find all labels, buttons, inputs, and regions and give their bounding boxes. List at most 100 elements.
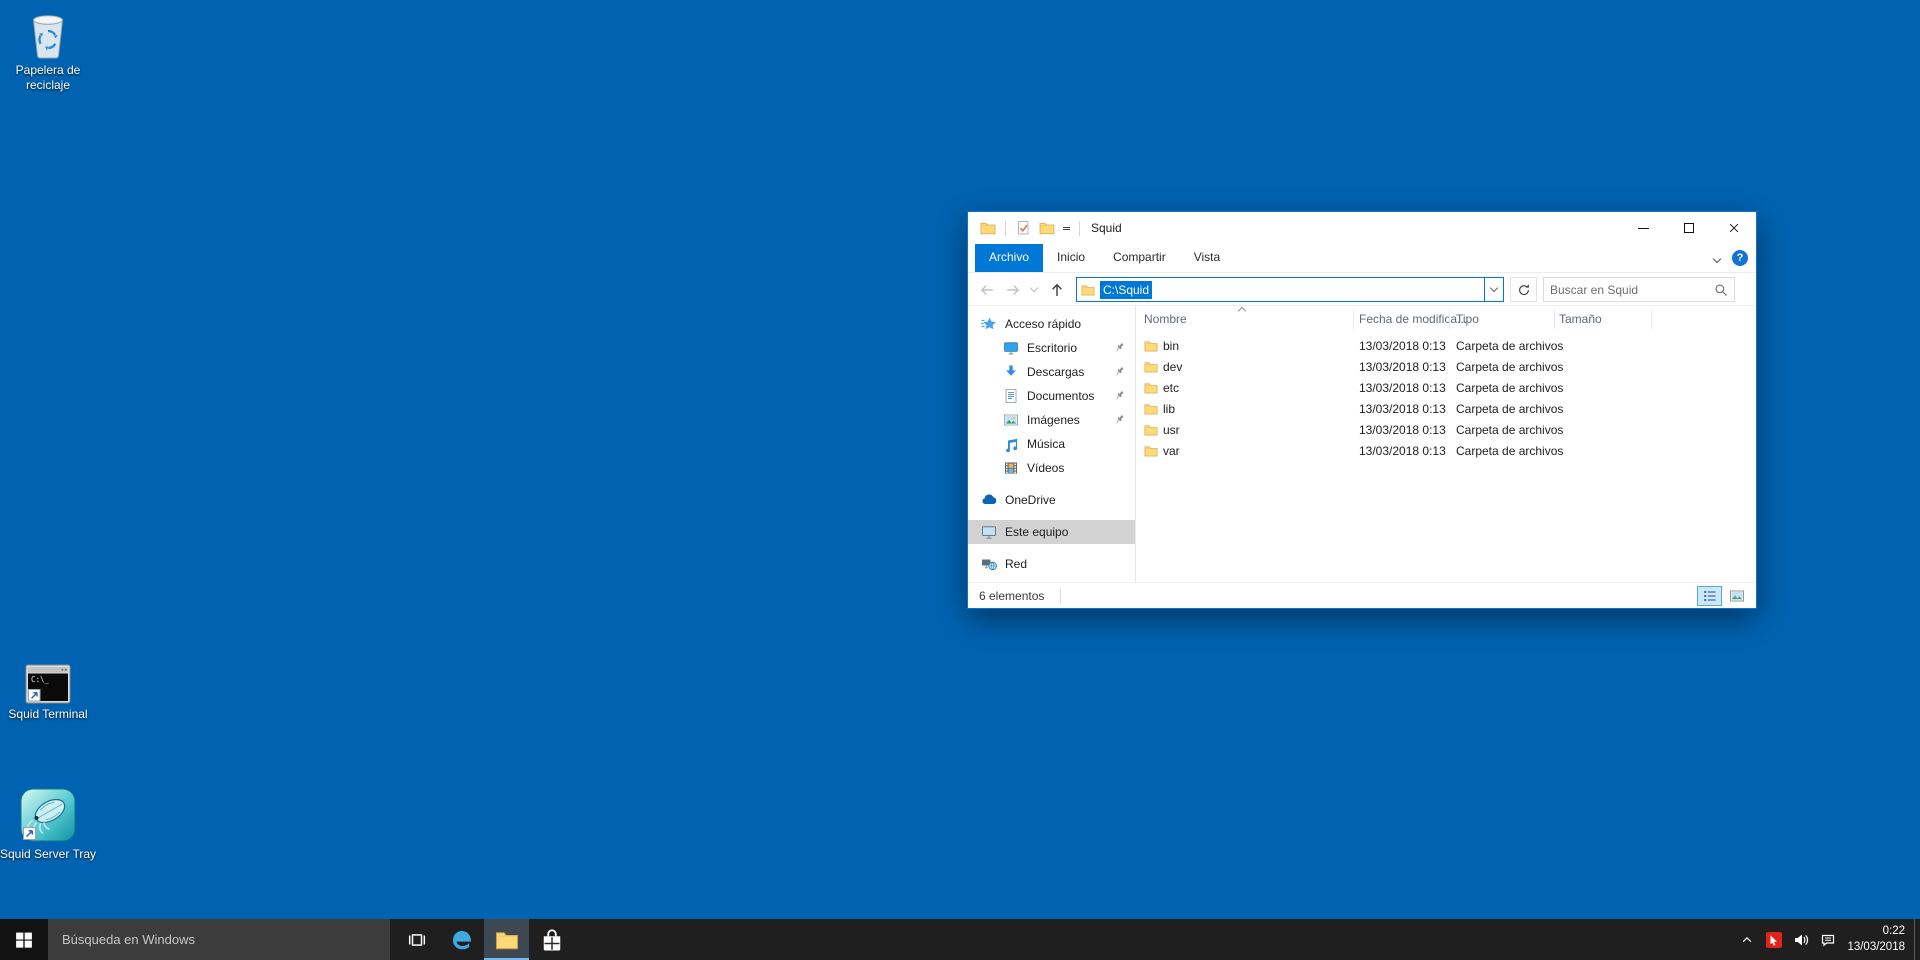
sidebar-item-label: Música <box>1027 437 1065 451</box>
file-row-dev[interactable]: dev 13/03/2018 0:13 Carpeta de archivos <box>1136 357 1756 378</box>
sidebar-item-onedrive[interactable]: OneDrive <box>968 488 1135 512</box>
file-modified: 13/03/2018 0:13 <box>1359 399 1446 420</box>
file-row-var[interactable]: var 13/03/2018 0:13 Carpeta de archivos <box>1136 441 1756 462</box>
document-icon <box>1003 388 1019 404</box>
desktop-icon-squid-terminal[interactable]: C:\_ Squid Terminal <box>0 664 96 722</box>
column-header-tipo[interactable]: Tipo <box>1456 312 1479 326</box>
address-bar[interactable]: C:\Squid <box>1076 277 1504 302</box>
store-bag-icon <box>540 928 564 952</box>
sidebar-item-label: Acceso rápido <box>1005 317 1081 331</box>
explorer-search-box[interactable] <box>1543 277 1735 302</box>
tab-vista[interactable]: Vista <box>1180 244 1234 272</box>
column-header-fecha[interactable]: Fecha de modifica... <box>1359 312 1467 326</box>
file-modified: 13/03/2018 0:13 <box>1359 441 1446 462</box>
network-icon <box>981 556 997 572</box>
expand-ribbon-chevron-icon[interactable] <box>1714 251 1720 265</box>
store-button[interactable] <box>529 919 574 960</box>
column-separator[interactable] <box>1449 310 1450 329</box>
file-row-bin[interactable]: bin 13/03/2018 0:13 Carpeta de archivos <box>1136 336 1756 357</box>
folder-icon <box>1144 339 1158 353</box>
desktop[interactable]: Papelera de reciclaje C:\_ Squid Termina… <box>0 0 1920 960</box>
desktop-icon-squid-server-tray[interactable]: Squid Server Tray <box>0 788 103 862</box>
downloads-arrow-icon <box>1003 364 1019 380</box>
file-explorer-button[interactable] <box>484 919 529 960</box>
column-header-nombre[interactable]: Nombre <box>1144 312 1187 326</box>
taskbar-search-input[interactable] <box>48 932 390 947</box>
column-separator[interactable] <box>1353 310 1354 329</box>
task-view-icon <box>408 931 426 949</box>
sidebar-item-quick-access[interactable]: Acceso rápido <box>968 312 1135 336</box>
items-count: 6 elementos <box>979 589 1044 603</box>
file-row-usr[interactable]: usr 13/03/2018 0:13 Carpeta de archivos <box>1136 420 1756 441</box>
properties-button[interactable] <box>1011 218 1035 238</box>
squid-shortcut-icon <box>0 788 103 844</box>
column-separator[interactable] <box>1651 310 1652 329</box>
recent-locations-chevron-icon[interactable] <box>1027 277 1041 302</box>
large-icons-view-button[interactable] <box>1724 586 1749 606</box>
sidebar-item-imagenes[interactable]: Imágenes <box>968 408 1135 432</box>
pin-icon <box>1113 413 1126 426</box>
clock[interactable]: 0:22 13/03/2018 <box>1847 924 1905 955</box>
explorer-folder-icon <box>976 218 1000 238</box>
details-view-button[interactable] <box>1697 586 1722 606</box>
folder-icon <box>1144 360 1158 374</box>
status-bar: 6 elementos <box>968 582 1756 608</box>
address-folder-icon <box>1081 283 1095 297</box>
column-separator[interactable] <box>1554 310 1555 329</box>
action-center-icon <box>1820 932 1836 948</box>
file-name: lib <box>1163 399 1175 420</box>
tab-compartir[interactable]: Compartir <box>1099 244 1180 272</box>
search-icon <box>1714 283 1728 297</box>
sidebar-item-musica[interactable]: Música <box>968 432 1135 456</box>
folder-icon <box>1144 423 1158 437</box>
pin-icon <box>1113 365 1126 378</box>
separator <box>1079 221 1080 236</box>
file-row-etc[interactable]: etc 13/03/2018 0:13 Carpeta de archivos <box>1136 378 1756 399</box>
explorer-search-input[interactable] <box>1550 283 1714 297</box>
title-bar[interactable]: Squid <box>968 212 1756 244</box>
explorer-window: Squid Archivo Inicio Compartir Vista ? <box>967 211 1757 609</box>
action-center-button[interactable] <box>1814 919 1841 960</box>
up-button[interactable] <box>1044 277 1070 302</box>
sidebar-item-red[interactable]: Red <box>968 552 1135 576</box>
volume-button[interactable] <box>1787 919 1814 960</box>
show-desktop-button[interactable] <box>1914 919 1920 960</box>
folder-icon <box>1144 381 1158 395</box>
file-modified: 13/03/2018 0:13 <box>1359 336 1446 357</box>
address-input[interactable]: C:\Squid <box>1100 281 1152 299</box>
sidebar-item-escritorio[interactable]: Escritorio <box>968 336 1135 360</box>
file-row-lib[interactable]: lib 13/03/2018 0:13 Carpeta de archivos <box>1136 399 1756 420</box>
forward-button[interactable] <box>1001 277 1025 302</box>
tab-inicio[interactable]: Inicio <box>1043 244 1099 272</box>
refresh-button[interactable] <box>1510 277 1537 302</box>
task-view-button[interactable] <box>394 919 439 960</box>
desktop-icon-recycle-bin[interactable]: Papelera de reciclaje <box>0 12 96 93</box>
start-button[interactable] <box>0 919 48 960</box>
sidebar-item-documentos[interactable]: Documentos <box>968 384 1135 408</box>
address-dropdown-chevron-icon[interactable] <box>1484 278 1503 301</box>
file-type: Carpeta de archivos <box>1456 378 1563 399</box>
tray-red-pointer-app[interactable] <box>1760 919 1787 960</box>
videos-film-icon <box>1003 460 1019 476</box>
tab-archivo[interactable]: Archivo <box>975 244 1043 272</box>
help-button[interactable]: ? <box>1732 250 1748 266</box>
onedrive-cloud-icon <box>981 492 997 508</box>
taskbar-search-box[interactable] <box>48 919 390 960</box>
minimize-button[interactable] <box>1621 212 1666 244</box>
close-button[interactable] <box>1711 212 1756 244</box>
column-header-tamano[interactable]: Tamaño <box>1559 312 1602 326</box>
terminal-shortcut-icon: C:\_ <box>0 664 96 704</box>
sidebar-item-descargas[interactable]: Descargas <box>968 360 1135 384</box>
file-type: Carpeta de archivos <box>1456 336 1563 357</box>
edge-button[interactable] <box>439 919 484 960</box>
sidebar-item-videos[interactable]: Vídeos <box>968 456 1135 480</box>
new-folder-button[interactable] <box>1035 218 1059 238</box>
tray-expand-button[interactable] <box>1733 919 1760 960</box>
qat-customize-chevron-icon[interactable] <box>1059 225 1074 232</box>
maximize-button[interactable] <box>1666 212 1711 244</box>
sidebar-item-este-equipo[interactable]: Este equipo <box>968 520 1135 544</box>
sidebar-item-label: Descargas <box>1027 365 1084 379</box>
file-list-pane[interactable]: Nombre Fecha de modifica... Tipo Tamaño … <box>1136 306 1756 582</box>
sidebar-item-label: Documentos <box>1027 389 1094 403</box>
back-button[interactable] <box>975 277 999 302</box>
